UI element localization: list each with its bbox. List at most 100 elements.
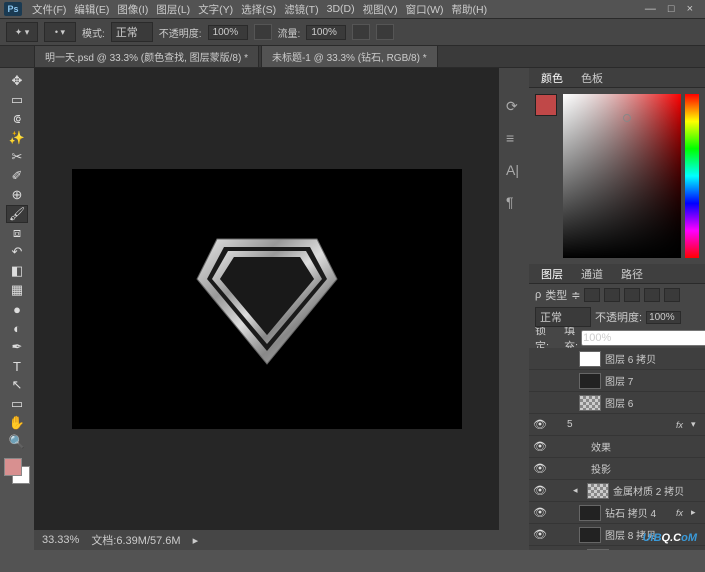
layer-row[interactable]: 👁 5 fx ▾	[529, 414, 705, 436]
layer-thumbnail[interactable]	[587, 549, 609, 551]
layer-thumbnail[interactable]	[579, 351, 601, 367]
layer-thumbnail[interactable]	[587, 483, 609, 499]
healing-tool[interactable]: ⊕	[6, 186, 28, 204]
layer-row[interactable]: 图层 6 拷贝	[529, 348, 705, 370]
pen-tool[interactable]: ✒	[6, 338, 28, 356]
paragraph-panel-icon[interactable]: ¶	[506, 194, 522, 210]
eyedropper-tool[interactable]: ✐	[6, 167, 28, 185]
opacity-input[interactable]	[208, 25, 248, 40]
airbrush-icon[interactable]	[352, 24, 370, 40]
layer-name[interactable]: 图层 6 拷贝	[605, 351, 656, 366]
pressure-size-icon[interactable]	[376, 24, 394, 40]
color-swatches[interactable]	[4, 458, 30, 484]
visibility-toggle[interactable]: 👁	[533, 418, 547, 431]
history-panel-icon[interactable]: ⟳	[506, 98, 522, 114]
stamp-tool[interactable]: ⧈	[6, 224, 28, 242]
layer-row[interactable]: 图层 7	[529, 370, 705, 392]
channels-tab[interactable]: 通道	[577, 264, 607, 284]
visibility-toggle[interactable]: 👁	[533, 462, 547, 475]
layer-opacity-input[interactable]	[646, 311, 681, 324]
brush-size-picker[interactable]: • ▾	[44, 22, 76, 42]
swatches-tab[interactable]: 色板	[577, 68, 607, 88]
filter-shape-icon[interactable]	[644, 288, 660, 302]
visibility-toggle[interactable]: 👁	[533, 484, 547, 497]
visibility-toggle[interactable]: 👁	[533, 528, 547, 541]
lasso-tool[interactable]: ⟃	[6, 110, 28, 128]
eraser-tool[interactable]: ◧	[6, 262, 28, 280]
layer-thumbnail[interactable]	[579, 373, 601, 389]
layer-name[interactable]: 5	[567, 419, 573, 430]
menu-edit[interactable]: 编辑(E)	[70, 2, 113, 17]
menu-file[interactable]: 文件(F)	[28, 2, 70, 17]
filter-adjust-icon[interactable]	[604, 288, 620, 302]
canvas[interactable]	[72, 169, 462, 429]
filter-pixel-icon[interactable]	[584, 288, 600, 302]
layer-name[interactable]: 金属材质 2 拷贝	[613, 483, 684, 498]
dodge-tool[interactable]: ◐	[6, 319, 28, 337]
visibility-toggle[interactable]: 👁	[533, 440, 547, 453]
color-field[interactable]	[563, 94, 681, 258]
brush-preset-picker[interactable]: ✦ ▾	[6, 22, 38, 42]
type-tool[interactable]: T	[6, 357, 28, 375]
brush-tool[interactable]: 🖌	[6, 205, 28, 223]
color-tab[interactable]: 颜色	[537, 68, 567, 88]
layer-name[interactable]: 钻石 拷贝 4	[605, 505, 656, 520]
expand-arrow-icon[interactable]: ◂	[573, 485, 583, 496]
menu-window[interactable]: 窗口(W)	[402, 2, 448, 17]
layer-name[interactable]: 金属材质2	[613, 549, 659, 550]
color-picker-marker[interactable]	[623, 114, 631, 122]
fg-color-swatch[interactable]	[4, 458, 22, 476]
layer-row[interactable]: 图层 6	[529, 392, 705, 414]
layer-name[interactable]: 图层 7	[605, 373, 633, 388]
layer-row[interactable]: 👁效果	[529, 436, 705, 458]
layer-row[interactable]: 👁 钻石 拷贝 4 fx ▸	[529, 502, 705, 524]
layer-row[interactable]: 👁 ◂ 金属材质 2 拷贝	[529, 480, 705, 502]
history-brush-tool[interactable]: ↶	[6, 243, 28, 261]
menu-help[interactable]: 帮助(H)	[448, 2, 492, 17]
document-tab-2[interactable]: 未标题-1 @ 33.3% (钻石, RGB/8) *	[261, 45, 438, 67]
layer-thumbnail[interactable]	[579, 527, 601, 543]
layer-thumbnail[interactable]	[579, 505, 601, 521]
hue-slider[interactable]	[685, 94, 699, 258]
pressure-opacity-icon[interactable]	[254, 24, 272, 40]
minimize-button[interactable]: —	[645, 3, 656, 15]
blend-mode-select[interactable]: 正常	[111, 22, 153, 42]
menu-type[interactable]: 文字(Y)	[194, 2, 237, 17]
fx-badge[interactable]: fx	[676, 420, 687, 430]
path-tool[interactable]: ↖	[6, 376, 28, 394]
close-button[interactable]: ×	[687, 3, 693, 15]
gradient-tool[interactable]: ▦	[6, 281, 28, 299]
properties-panel-icon[interactable]: ≡	[506, 130, 522, 146]
move-tool[interactable]: ✥	[6, 72, 28, 90]
maximize-button[interactable]: □	[668, 3, 675, 15]
filter-smart-icon[interactable]	[664, 288, 680, 302]
expand-arrow-icon[interactable]: ▸	[691, 507, 701, 518]
layer-name[interactable]: 图层 6	[605, 395, 633, 410]
layer-blend-select[interactable]: 正常	[535, 307, 591, 327]
layer-row[interactable]: 👁◂金属材质2	[529, 546, 705, 550]
layer-fill-input[interactable]	[581, 330, 705, 346]
menu-image[interactable]: 图像(I)	[113, 2, 152, 17]
layer-row[interactable]: 👁 投影	[529, 458, 705, 480]
visibility-toggle[interactable]: 👁	[533, 506, 547, 519]
hand-tool[interactable]: ✋	[6, 414, 28, 432]
menu-filter[interactable]: 滤镜(T)	[280, 2, 322, 17]
blur-tool[interactable]: ●	[6, 300, 28, 318]
menu-3d[interactable]: 3D(D)	[323, 3, 359, 15]
layers-list[interactable]: 图层 6 拷贝图层 7图层 6👁5fx▾👁效果👁投影👁◂金属材质 2 拷贝👁钻石…	[529, 348, 705, 550]
layer-name[interactable]: 投影	[591, 461, 611, 476]
filter-type-icon[interactable]	[624, 288, 640, 302]
menu-select[interactable]: 选择(S)	[237, 2, 280, 17]
crop-tool[interactable]: ✂	[6, 148, 28, 166]
layers-tab[interactable]: 图层	[537, 264, 567, 284]
status-arrow-icon[interactable]: ▸	[193, 534, 199, 547]
fx-badge[interactable]: fx	[676, 508, 687, 518]
flow-input[interactable]	[306, 25, 346, 40]
menu-layer[interactable]: 图层(L)	[152, 2, 194, 17]
expand-arrow-icon[interactable]: ▾	[691, 419, 701, 430]
menu-view[interactable]: 视图(V)	[359, 2, 402, 17]
marquee-tool[interactable]: ▭	[6, 91, 28, 109]
magic-wand-tool[interactable]: ✨	[6, 129, 28, 147]
character-panel-icon[interactable]: A|	[506, 162, 522, 178]
zoom-tool[interactable]: 🔍	[6, 433, 28, 451]
